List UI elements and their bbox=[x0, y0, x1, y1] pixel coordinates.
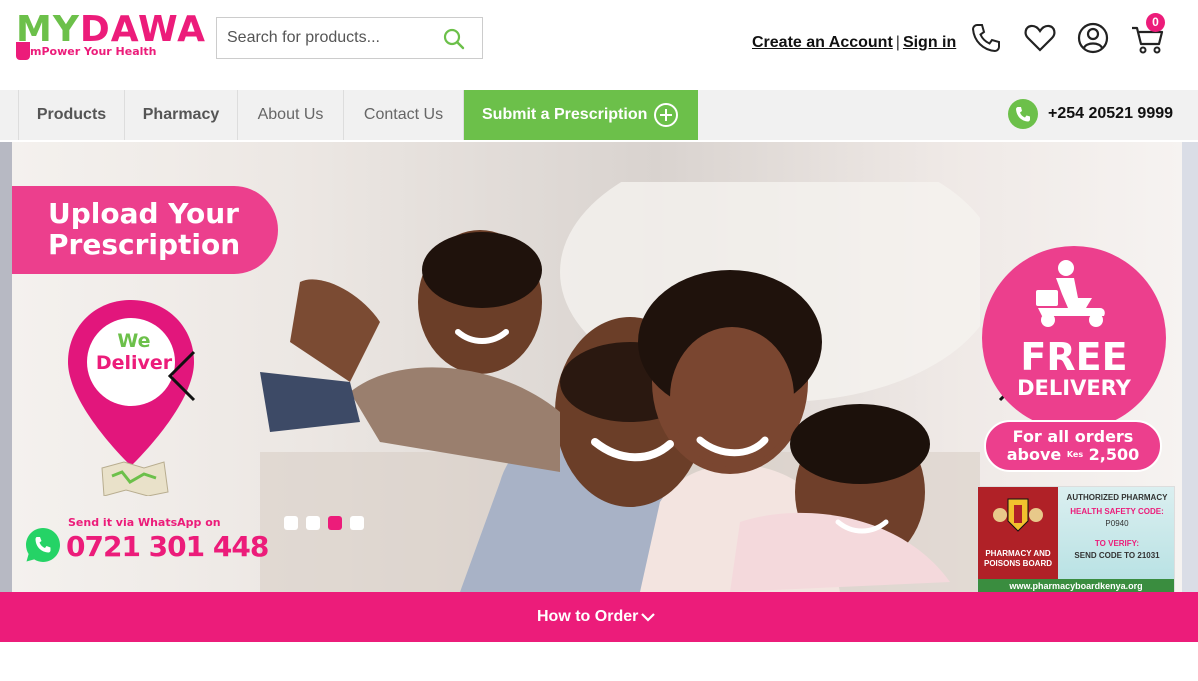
carousel-dot-4[interactable] bbox=[350, 516, 364, 530]
upload-line2: Prescription bbox=[48, 228, 241, 261]
kenya-coat-of-arms-icon bbox=[993, 498, 1043, 532]
sign-in-link[interactable]: Sign in bbox=[903, 34, 956, 51]
carousel-dot-3[interactable] bbox=[328, 516, 342, 530]
phone-icon[interactable] bbox=[968, 20, 1004, 56]
family-photo bbox=[260, 182, 980, 592]
free-delivery-text: FREE DELIVERY bbox=[982, 338, 1166, 400]
nav-item-products[interactable]: Products bbox=[18, 90, 125, 140]
ppb-send: SEND CODE TO 21031 bbox=[1074, 551, 1160, 560]
search-icon[interactable] bbox=[442, 27, 466, 51]
nav-item-contact-us[interactable]: Contact Us bbox=[344, 90, 464, 140]
logo-pill-icon bbox=[16, 42, 30, 60]
free-line2: DELIVERY bbox=[1017, 376, 1131, 400]
carousel-dot-2[interactable] bbox=[306, 516, 320, 530]
logo-tagline: mPower Your Health bbox=[30, 45, 157, 58]
phone-circle-icon bbox=[1008, 99, 1038, 129]
ppb-authorized: AUTHORIZED PHARMACY bbox=[1066, 493, 1168, 502]
ppb-board-name: PHARMACY AND POISONS BOARD bbox=[980, 549, 1056, 569]
prev-slide-peek bbox=[0, 142, 12, 592]
hero-carousel: Upload Your Prescription We Deliver Send… bbox=[0, 142, 1198, 592]
search-input[interactable] bbox=[217, 18, 437, 58]
nav-item-pharmacy[interactable]: Pharmacy bbox=[125, 90, 238, 140]
plus-circle-icon bbox=[654, 103, 678, 127]
upload-prescription-heading: Upload Your Prescription bbox=[48, 198, 240, 260]
ppb-url: www.pharmacyboardkenya.org bbox=[978, 579, 1174, 592]
nav-item-about-us[interactable]: About Us bbox=[238, 90, 344, 140]
submit-prescription-button[interactable]: Submit a Prescription bbox=[464, 90, 698, 140]
submit-prescription-label: Submit a Prescription bbox=[482, 106, 648, 123]
wishlist-heart-icon[interactable] bbox=[1022, 20, 1058, 56]
free-line1: FREE bbox=[1020, 335, 1128, 379]
whatsapp-icon bbox=[24, 526, 62, 564]
account-separator: | bbox=[895, 34, 900, 51]
account-links: Create an Account | Sign in bbox=[752, 34, 956, 52]
next-slide-peek bbox=[1182, 142, 1198, 592]
carousel-prev-arrow-icon[interactable] bbox=[166, 350, 198, 402]
orders-line2: above Kes 2,500 bbox=[986, 446, 1160, 464]
user-account-icon[interactable] bbox=[1075, 20, 1111, 56]
cart-count-badge: 0 bbox=[1146, 13, 1165, 32]
ppb-code: P0940 bbox=[1105, 519, 1129, 528]
whatsapp-label: Send it via WhatsApp on bbox=[68, 516, 221, 529]
upload-line1: Upload Your bbox=[48, 197, 239, 230]
orders-line1: For all orders bbox=[1012, 427, 1134, 446]
orders-above: above bbox=[1006, 445, 1062, 464]
logo-wordmark: MYDAWA bbox=[16, 12, 206, 48]
create-account-link[interactable]: Create an Account bbox=[752, 34, 893, 51]
search-box bbox=[216, 17, 483, 59]
orders-currency: Kes bbox=[1066, 450, 1084, 459]
ppb-verify: TO VERIFY: bbox=[1094, 539, 1140, 548]
carousel-dot-1[interactable] bbox=[284, 516, 298, 530]
orders-threshold-text: For all orders above Kes 2,500 bbox=[986, 428, 1160, 464]
orders-amount: 2,500 bbox=[1088, 445, 1140, 464]
we-deliver-line1: We bbox=[117, 330, 151, 352]
upload-prescription-banner: Upload Your Prescription bbox=[12, 186, 278, 274]
site-header: MYDAWA mPower Your Health Create an Acco… bbox=[0, 0, 1198, 90]
nav-phone-number: +254 20521 9999 bbox=[1048, 105, 1174, 122]
ppb-board-line1: PHARMACY AND bbox=[985, 549, 1051, 558]
ppb-code-label: HEALTH SAFETY CODE: bbox=[1070, 507, 1164, 516]
chevron-down-icon bbox=[640, 609, 656, 625]
pharmacy-board-badge[interactable]: PHARMACY AND POISONS BOARD AUTHORIZED PH… bbox=[977, 486, 1175, 592]
logo-text-dawa: DAWA bbox=[79, 9, 206, 50]
mydawa-logo[interactable]: MYDAWA mPower Your Health bbox=[16, 12, 205, 62]
whatsapp-number: 0721 301 448 bbox=[66, 530, 269, 563]
ppb-board-line2: POISONS BOARD bbox=[983, 559, 1052, 568]
how-to-order-label: How to Order bbox=[537, 608, 639, 625]
how-to-order-bar[interactable]: How to Order bbox=[0, 592, 1198, 642]
